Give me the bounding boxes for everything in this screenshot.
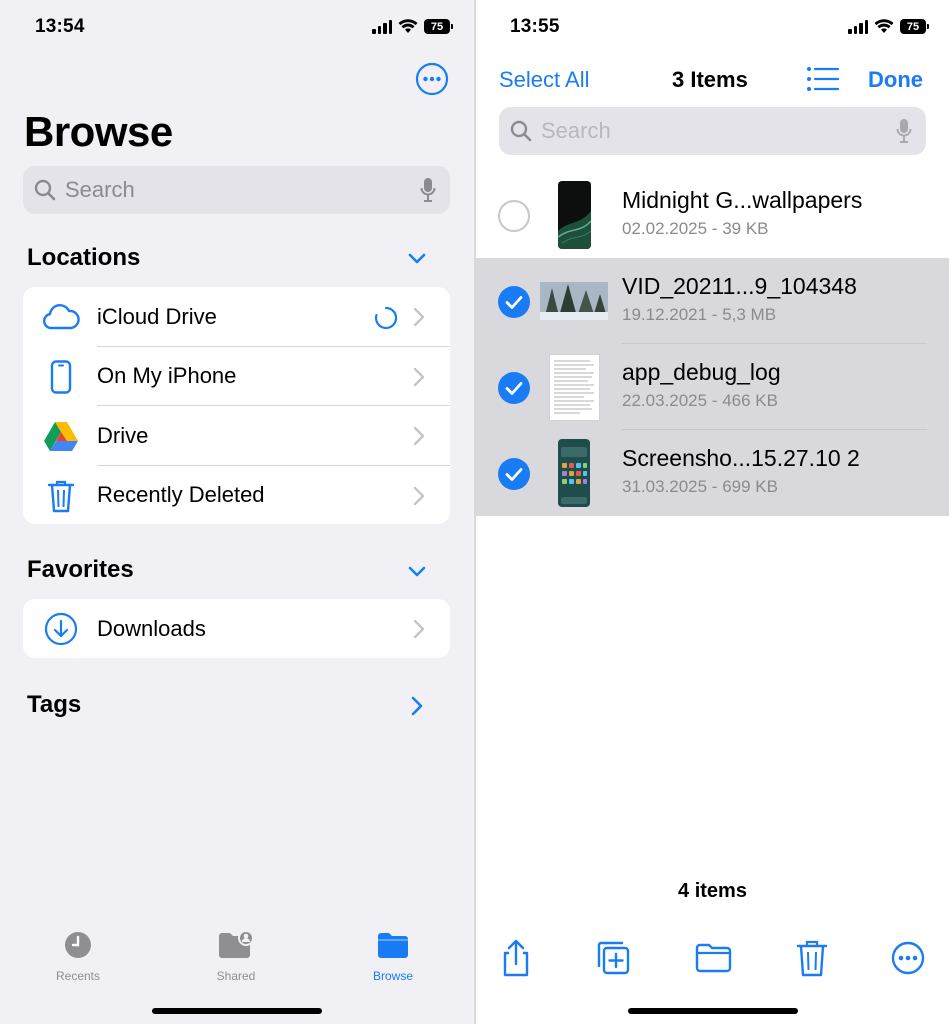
search-icon <box>34 179 56 201</box>
search-input[interactable]: Search <box>499 107 926 155</box>
chevron-right-icon <box>413 367 425 386</box>
battery-icon: 75 <box>424 19 453 34</box>
status-icons: 75 <box>372 19 453 34</box>
duplicate-icon[interactable] <box>593 938 633 978</box>
file-row[interactable]: Screensho...15.27.10 2 31.03.2025 - 699 … <box>476 430 949 516</box>
file-meta: 22.03.2025 - 466 KB <box>622 391 778 410</box>
checkmark-circle-icon[interactable] <box>498 458 530 490</box>
search-input[interactable]: Search <box>23 166 450 214</box>
file-name: Screensho...15.27.10 2 <box>622 445 860 471</box>
tab-label: Browse <box>372 969 413 983</box>
file-row[interactable]: VID_20211...9_104348 19.12.2021 - 5,3 MB <box>476 258 949 344</box>
folder-icon <box>378 933 408 958</box>
checkmark-circle-icon[interactable] <box>498 286 530 318</box>
selection-screen: 13:55 75 Select All 3 Items Done Search … <box>476 0 949 1024</box>
select-all-button[interactable]: Select All <box>499 67 590 93</box>
page-title: Browse <box>24 108 173 155</box>
chevron-right-icon <box>413 426 425 446</box>
video-thumbnail <box>540 282 608 320</box>
tab-browse[interactable]: Browse <box>343 930 443 983</box>
search-placeholder: Search <box>541 118 611 143</box>
favorite-downloads[interactable]: Downloads <box>23 599 450 658</box>
tab-shared[interactable]: Shared <box>186 930 286 983</box>
file-row[interactable]: Midnight G...wallpapers 02.02.2025 - 39 … <box>476 172 949 258</box>
share-icon[interactable] <box>496 938 536 978</box>
list-view-icon[interactable] <box>806 66 840 92</box>
unchecked-circle-icon[interactable] <box>498 200 530 232</box>
screenshot-thumbnail <box>558 439 590 507</box>
more-options-button[interactable] <box>415 62 449 96</box>
wallpaper-thumbnail <box>558 181 591 249</box>
trash-icon <box>41 478 81 514</box>
cellular-signal-icon <box>372 19 392 34</box>
locations-header[interactable]: Locations <box>27 244 140 272</box>
favorite-label: Downloads <box>97 615 206 641</box>
location-recently-deleted[interactable]: Recently Deleted <box>23 466 450 525</box>
home-indicator[interactable] <box>152 1008 322 1014</box>
chevron-right-icon <box>413 486 425 505</box>
search-placeholder: Search <box>65 177 135 202</box>
cloud-icon <box>41 299 81 335</box>
status-icons: 75 <box>848 19 929 34</box>
navigation-bar: Select All 3 Items Done <box>476 62 949 96</box>
file-meta: 19.12.2021 - 5,3 MB <box>622 305 777 324</box>
location-label: iCloud Drive <box>97 303 217 329</box>
locations-list: iCloud Drive On My iPhone Drive Recently… <box>23 287 450 524</box>
microphone-icon[interactable] <box>420 177 436 203</box>
tab-recents[interactable]: Recents <box>28 930 128 983</box>
file-name: Midnight G...wallpapers <box>622 187 863 213</box>
bottom-toolbar <box>476 938 949 978</box>
sync-progress-icon <box>374 306 398 330</box>
location-label: On My iPhone <box>97 363 237 389</box>
status-bar: 13:55 75 <box>476 16 949 42</box>
microphone-icon[interactable] <box>896 118 912 144</box>
iphone-icon <box>41 359 81 395</box>
document-thumbnail <box>549 354 600 421</box>
chevron-right-icon <box>413 307 425 327</box>
chevron-down-icon[interactable] <box>406 248 428 270</box>
more-icon[interactable] <box>888 938 928 978</box>
status-time: 13:54 <box>35 16 85 37</box>
wifi-icon <box>398 19 418 33</box>
tags-header[interactable]: Tags <box>27 691 81 719</box>
location-label: Drive <box>97 422 149 448</box>
checkmark-circle-icon[interactable] <box>498 372 530 404</box>
file-name: app_debug_log <box>622 359 781 385</box>
location-label: Recently Deleted <box>97 482 265 508</box>
shared-folder-icon <box>219 930 254 958</box>
tab-label: Shared <box>216 969 256 983</box>
location-google-drive[interactable]: Drive <box>23 406 450 466</box>
status-time: 13:55 <box>510 16 560 37</box>
trash-icon[interactable] <box>792 938 832 978</box>
file-name: VID_20211...9_104348 <box>622 273 857 299</box>
chevron-right-icon[interactable] <box>410 696 424 716</box>
search-icon <box>510 120 532 142</box>
favorites-list: Downloads <box>23 599 450 658</box>
selection-title: 3 Items <box>672 67 748 92</box>
file-meta: 02.02.2025 - 39 KB <box>622 219 769 238</box>
item-count: 4 items <box>678 880 747 902</box>
location-on-my-iphone[interactable]: On My iPhone <box>23 347 450 406</box>
chevron-right-icon <box>413 619 425 639</box>
download-circle-icon <box>41 611 81 647</box>
battery-icon: 75 <box>900 19 929 34</box>
done-button[interactable]: Done <box>868 67 923 93</box>
google-drive-icon <box>41 418 81 454</box>
wifi-icon <box>874 19 894 33</box>
favorites-header[interactable]: Favorites <box>27 556 134 584</box>
chevron-down-icon[interactable] <box>406 561 428 583</box>
clock-icon <box>65 932 91 958</box>
file-meta: 31.03.2025 - 699 KB <box>622 477 778 496</box>
home-indicator[interactable] <box>628 1008 798 1014</box>
tab-label: Recents <box>55 969 101 983</box>
tab-bar: Recents Shared Browse <box>0 930 474 990</box>
cellular-signal-icon <box>848 19 868 34</box>
browse-screen: 13:54 75 Browse Search Locations iCloud … <box>0 0 474 1024</box>
location-icloud-drive[interactable]: iCloud Drive <box>23 287 450 347</box>
move-folder-icon[interactable] <box>694 938 734 978</box>
status-bar: 13:54 75 <box>0 16 474 42</box>
file-row[interactable]: app_debug_log 22.03.2025 - 466 KB <box>476 344 949 430</box>
